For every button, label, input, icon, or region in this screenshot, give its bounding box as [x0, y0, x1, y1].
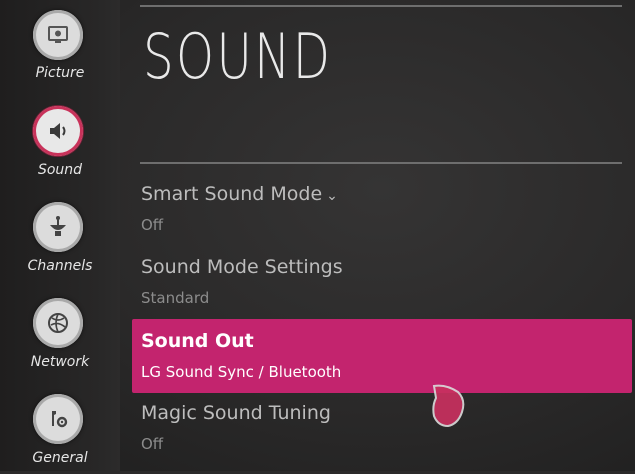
- settings-sidebar: Picture Sound Channels Network General: [0, 0, 120, 471]
- menu-item-label: Smart Sound Mode ⌄: [141, 183, 338, 205]
- speaker-icon: [33, 106, 83, 156]
- sidebar-item-network[interactable]: Network: [0, 288, 120, 378]
- wrench-gear-icon: [33, 394, 83, 444]
- magic-remote-pointer-icon: [432, 384, 465, 428]
- menu-item-label: Magic Sound Tuning: [141, 402, 331, 424]
- menu-item-value: Off: [141, 216, 164, 234]
- menu-item-sound-out[interactable]: Sound Out LG Sound Sync / Bluetooth: [132, 319, 632, 393]
- sidebar-item-channels[interactable]: Channels: [0, 192, 120, 282]
- sidebar-item-general[interactable]: General: [0, 384, 120, 474]
- menu-item-value: Off: [141, 435, 164, 453]
- menu-item-value: LG Sound Sync / Bluetooth: [141, 363, 342, 381]
- menu-item-sound-mode-settings[interactable]: Sound Mode Settings Standard: [132, 256, 632, 328]
- tv-settings-screen: Picture Sound Channels Network General S…: [0, 0, 635, 471]
- sidebar-item-picture[interactable]: Picture: [0, 0, 120, 90]
- sidebar-item-label: General: [32, 450, 88, 466]
- menu-item-magic-sound-tuning[interactable]: Magic Sound Tuning Off: [132, 402, 632, 474]
- top-divider: [140, 5, 622, 7]
- sidebar-item-label: Sound: [37, 162, 83, 178]
- page-title: SOUND: [143, 20, 333, 93]
- sidebar-item-label: Picture: [35, 65, 85, 81]
- chevron-down-icon: ⌄: [326, 188, 338, 204]
- sidebar-item-label: Channels: [27, 258, 93, 274]
- globe-icon: [33, 298, 83, 348]
- sidebar-item-sound[interactable]: Sound: [0, 96, 120, 186]
- menu-item-label: Sound Mode Settings: [141, 256, 343, 278]
- menu-item-value: Standard: [141, 289, 210, 307]
- sidebar-item-label: Network: [30, 354, 90, 370]
- antenna-icon: [33, 202, 83, 252]
- title-divider: [140, 162, 622, 164]
- picture-icon: [33, 10, 83, 60]
- menu-item-smart-sound-mode[interactable]: Smart Sound Mode ⌄ Off: [132, 183, 632, 255]
- menu-item-label: Sound Out: [141, 330, 254, 352]
